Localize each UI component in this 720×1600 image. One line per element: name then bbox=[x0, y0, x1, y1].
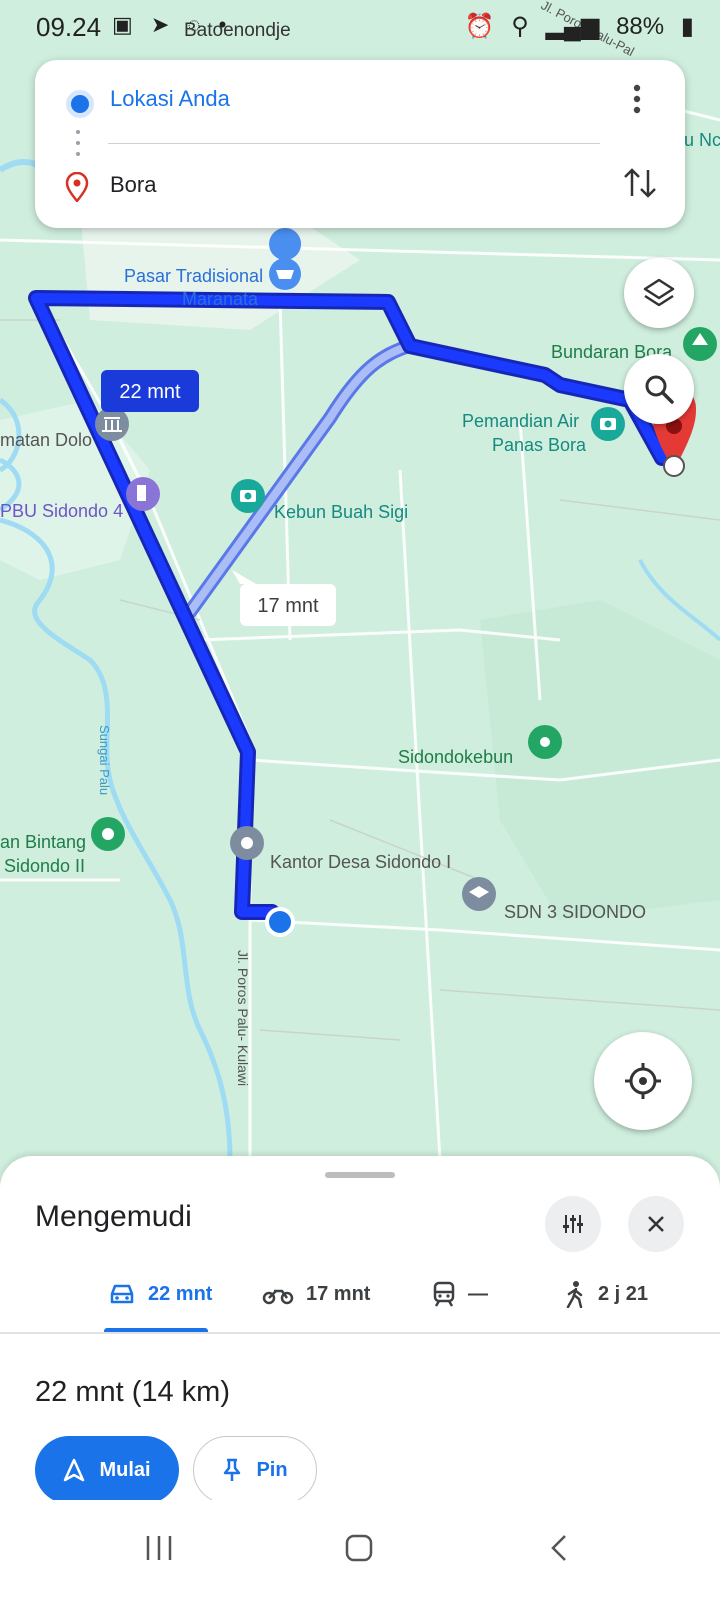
tabs-divider bbox=[0, 1332, 720, 1334]
location-icon: ⚲ bbox=[511, 13, 529, 40]
recent-apps-button[interactable] bbox=[134, 1528, 184, 1568]
my-location-button[interactable] bbox=[594, 1032, 692, 1130]
current-location-dot bbox=[265, 907, 295, 937]
drag-handle[interactable] bbox=[325, 1172, 395, 1178]
navigation-arrow-icon bbox=[64, 1458, 85, 1482]
map-label-sdn: SDN 3 SIDONDO bbox=[504, 902, 646, 922]
close-button[interactable] bbox=[628, 1196, 684, 1252]
government-marker[interactable] bbox=[95, 407, 129, 441]
more-options-button[interactable] bbox=[622, 84, 652, 120]
close-icon bbox=[648, 1216, 664, 1232]
fuel-marker[interactable] bbox=[126, 477, 160, 511]
office-marker-kantor[interactable] bbox=[230, 826, 264, 860]
walk-icon bbox=[566, 1281, 583, 1308]
map-label-kecamatan: matan Dolo bbox=[0, 430, 92, 450]
map-label-spbu: PBU Sidondo 4 bbox=[0, 501, 123, 521]
card-divider bbox=[108, 143, 600, 144]
park-marker-bundaran[interactable] bbox=[683, 327, 717, 361]
recents-icon bbox=[146, 1536, 172, 1560]
camera-marker-kebun[interactable] bbox=[231, 479, 265, 513]
swap-vert-icon bbox=[624, 168, 656, 198]
sheet-title: Mengemudi bbox=[35, 1200, 192, 1233]
batoenondje-label: Batoenondje bbox=[184, 20, 291, 41]
map-label-bintang-2: Sidondo II bbox=[4, 856, 85, 876]
svg-text:17 mnt: 17 mnt bbox=[257, 595, 319, 617]
crosshair-icon bbox=[625, 1063, 661, 1099]
start-button[interactable]: Mulai bbox=[35, 1436, 179, 1504]
tab-walking-label: 2 j 21 bbox=[598, 1282, 649, 1305]
origin-dot-icon bbox=[66, 90, 94, 118]
signal-icon: ▂▄▆ bbox=[545, 13, 600, 40]
alarm-icon: ⏰ bbox=[464, 13, 495, 40]
start-button-label: Mulai bbox=[99, 1458, 151, 1481]
route-time-primary[interactable]: 22 mnt bbox=[101, 370, 199, 412]
search-along-route-button[interactable] bbox=[624, 354, 694, 424]
back-button[interactable] bbox=[534, 1528, 584, 1568]
pushpin-icon bbox=[224, 1458, 241, 1481]
layers-icon bbox=[643, 278, 675, 307]
map-label-top-right: u Nc bbox=[684, 130, 720, 150]
destination-pin-icon bbox=[64, 171, 90, 207]
tab-motorcycle-label: 17 mnt bbox=[306, 1282, 371, 1305]
route-summary: 22 mnt (14 km) bbox=[35, 1376, 230, 1408]
swap-button[interactable] bbox=[622, 162, 658, 204]
home-icon bbox=[345, 1534, 373, 1562]
map-label-pemandian-2: Panas Bora bbox=[492, 435, 587, 455]
school-marker-sdn[interactable] bbox=[462, 877, 496, 911]
tab-walking[interactable]: 2 j 21 bbox=[564, 1256, 648, 1332]
dotted-connector bbox=[76, 130, 80, 163]
svg-text:22 mnt: 22 mnt bbox=[119, 381, 181, 403]
car-icon bbox=[110, 1284, 134, 1304]
train-icon bbox=[433, 1281, 455, 1307]
battery-icon: ▮ bbox=[680, 13, 694, 40]
status-time: 09.24 bbox=[36, 12, 102, 42]
more-vert-icon bbox=[633, 84, 641, 114]
tab-motorcycle[interactable]: 17 mnt bbox=[262, 1256, 370, 1332]
status-right: ⏰ ⚲ ▂▄▆ 88% ▮ bbox=[455, 12, 694, 41]
status-bar: 09.24 ▣ ➤ ◌ • Batoenondje ⏰ ⚲ ▂▄▆ 88% ▮ bbox=[0, 0, 720, 52]
tab-driving-label: 22 mnt bbox=[148, 1282, 213, 1305]
green-marker-bintang[interactable] bbox=[91, 817, 125, 851]
pin-button-label: Pin bbox=[256, 1458, 288, 1481]
map-label-pasar-1: Pasar Tradisional bbox=[124, 266, 263, 286]
map-label-pemandian-1: Pemandian Air bbox=[462, 411, 579, 431]
origin-field[interactable]: Lokasi Anda bbox=[110, 86, 230, 112]
search-icon bbox=[645, 375, 674, 404]
map-label-kebun: Kebun Buah Sigi bbox=[274, 502, 408, 522]
battery-level: 88% bbox=[616, 13, 665, 40]
map-label-bintang-1: an Bintang bbox=[0, 832, 86, 852]
map-label-road-main: Jl. Poros Palu- Kulawi bbox=[235, 950, 251, 1086]
map-label-sungai: Sungai Palu bbox=[97, 725, 112, 795]
layers-button[interactable] bbox=[624, 258, 694, 328]
flower-marker-sidondokebun[interactable] bbox=[528, 725, 562, 759]
back-icon bbox=[551, 1535, 566, 1561]
tab-driving[interactable]: 22 mnt bbox=[108, 1256, 212, 1332]
camera-marker-pemandian[interactable] bbox=[591, 407, 625, 441]
destination-field[interactable]: Bora bbox=[110, 172, 156, 198]
pin-button[interactable]: Pin bbox=[193, 1436, 317, 1504]
tab-transit-label: — bbox=[468, 1282, 488, 1305]
home-button[interactable] bbox=[334, 1528, 384, 1568]
tune-icon bbox=[563, 1215, 583, 1233]
map-label-sidondokebun: Sidondokebun bbox=[398, 747, 513, 767]
motorcycle-icon bbox=[262, 1289, 294, 1305]
map-label-kantor: Kantor Desa Sidondo I bbox=[270, 852, 451, 872]
route-options-button[interactable] bbox=[545, 1196, 601, 1252]
map-label-pasar-2: Maranata bbox=[182, 289, 259, 309]
travel-mode-tabs: 22 mnt 17 mnt — 2 j 21 bbox=[0, 1256, 720, 1334]
tab-transit[interactable]: — bbox=[432, 1256, 488, 1332]
system-nav-bar bbox=[0, 1500, 720, 1600]
